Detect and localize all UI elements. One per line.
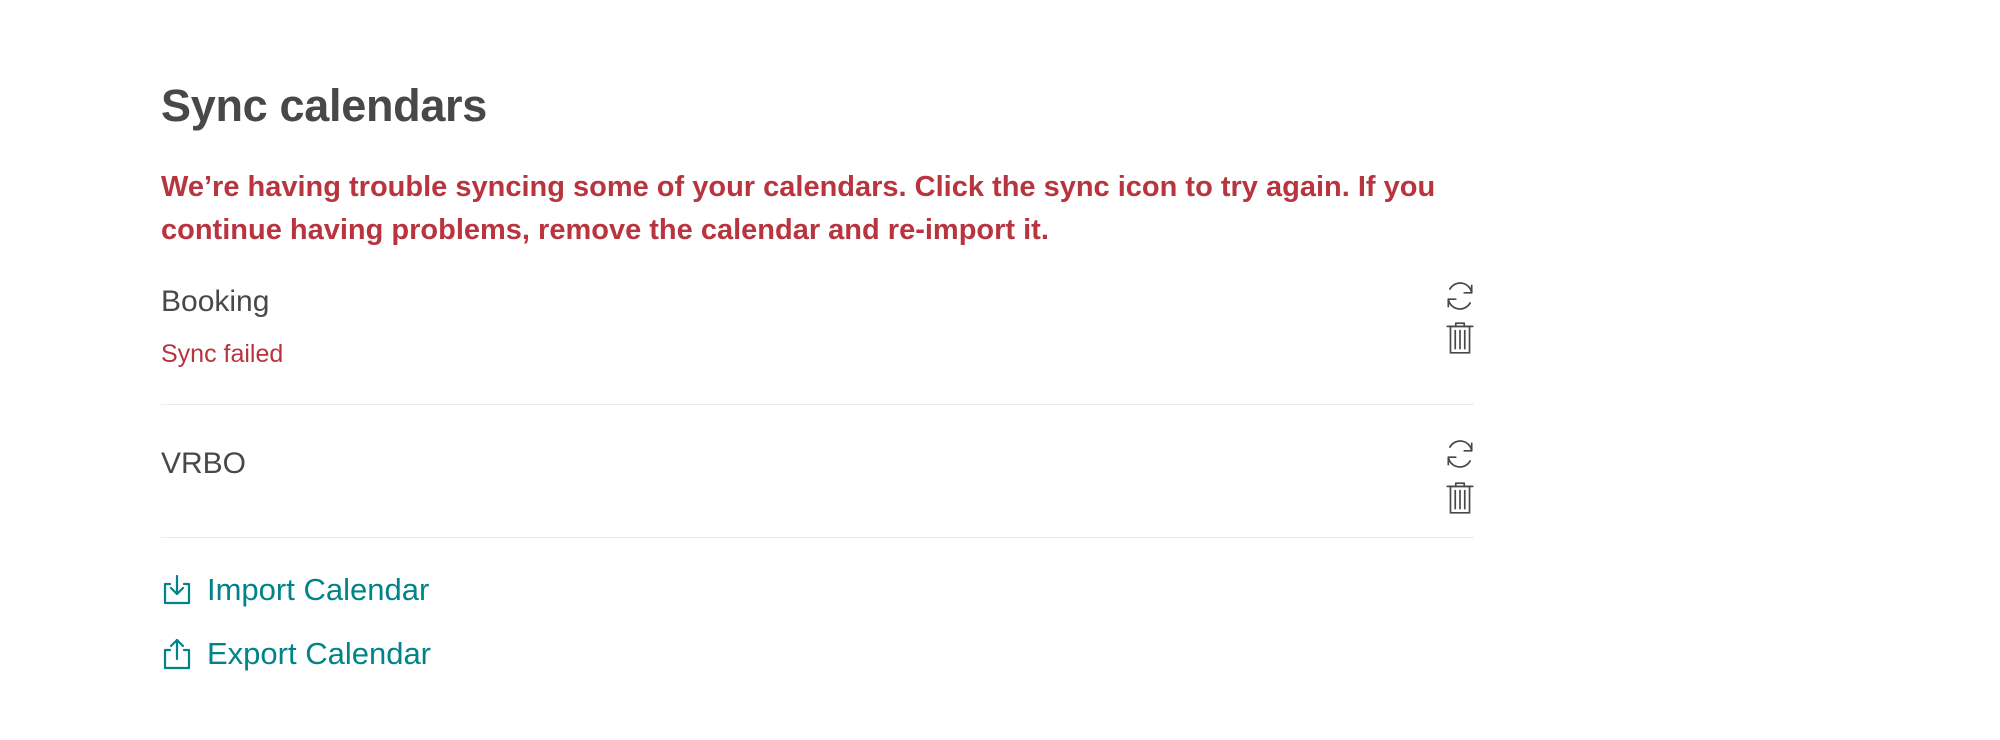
page-title: Sync calendars — [161, 80, 487, 131]
trash-icon — [1446, 322, 1474, 354]
calendar-row-booking: Booking Sync failed — [161, 274, 1474, 405]
sync-icon — [1447, 440, 1473, 468]
import-icon — [161, 573, 193, 607]
sync-error-message: We’re having trouble syncing some of you… — [161, 171, 1436, 246]
import-calendar-label: Import Calendar — [207, 572, 430, 607]
sync-button[interactable] — [1443, 436, 1477, 472]
calendar-row-vrbo: VRBO — [161, 436, 1474, 538]
export-icon — [161, 637, 193, 671]
export-calendar-link[interactable]: Export Calendar — [161, 634, 431, 674]
sync-calendars-panel: Sync calendars We’re having trouble sync… — [161, 0, 1474, 740]
delete-button[interactable] — [1443, 320, 1477, 356]
calendar-name: VRBO — [161, 447, 247, 480]
sync-status: Sync failed — [161, 340, 284, 368]
delete-button[interactable] — [1443, 480, 1477, 516]
sync-button[interactable] — [1443, 278, 1477, 314]
sync-icon — [1447, 282, 1473, 310]
calendar-name: Booking — [161, 285, 270, 318]
trash-icon — [1446, 482, 1474, 514]
export-calendar-label: Export Calendar — [207, 636, 432, 671]
import-calendar-link[interactable]: Import Calendar — [161, 570, 429, 610]
